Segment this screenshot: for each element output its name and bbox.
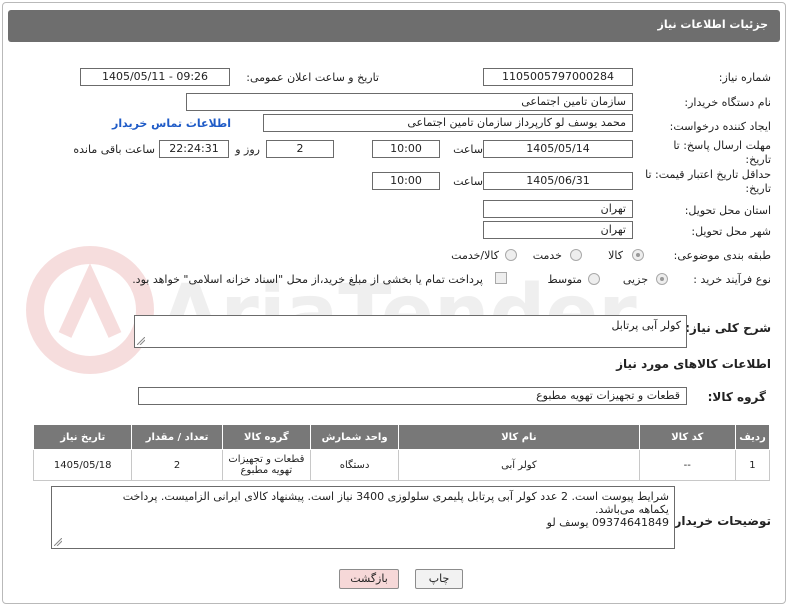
validity-time-label: ساعت — [453, 175, 483, 188]
remaining-time-field: 22:24:31 — [159, 140, 229, 158]
category-option-goods: کالا — [608, 249, 623, 262]
days-label: روز و — [235, 143, 260, 156]
announce-field: 1405/05/11 - 09:26 — [80, 68, 230, 86]
province-label: استان محل تحویل: — [684, 204, 771, 217]
validity-date-field: 1405/06/31 — [483, 172, 633, 190]
col-row: ردیف — [734, 424, 771, 450]
need-number-label: شماره نیاز: — [718, 71, 771, 84]
province-field: تهران — [483, 200, 633, 218]
category-option-service: خدمت — [532, 249, 562, 262]
buyer-org-label: نام دستگاه خریدار: — [684, 96, 771, 109]
col-name: نام کالا — [398, 424, 640, 450]
process-radio-minor[interactable] — [656, 273, 668, 285]
cell-unit: دستگاه — [309, 449, 400, 481]
category-label: طبقه بندی موضوعی: — [673, 249, 771, 262]
col-qty: تعداد / مقدار — [131, 424, 223, 450]
city-field: تهران — [483, 221, 633, 239]
category-option-goods-service: کالا/خدمت — [451, 249, 499, 262]
category-radio-goods-service[interactable] — [505, 249, 517, 261]
deadline-time-field: 10:00 — [372, 140, 440, 158]
back-button[interactable]: بازگشت — [339, 569, 399, 589]
buyer-org-field: سازمان تامین اجتماعی — [186, 93, 633, 111]
validity-label: حداقل تاریخ اعتبار قیمت: تا تاریخ: — [645, 168, 771, 195]
creator-label: ایجاد کننده درخواست: — [669, 120, 771, 133]
buyer-notes-line3: 09374641849 یوسف لو — [546, 516, 669, 529]
cell-row: 1 — [734, 449, 771, 481]
days-field: 2 — [266, 140, 334, 158]
deadline-label: مهلت ارسال پاسخ: تا تاریخ: — [673, 139, 771, 166]
process-label: نوع فرآیند خرید : — [693, 273, 771, 286]
goods-group-field: قطعات و تجهیزات تهویه مطبوع — [138, 387, 687, 405]
goods-table-header: ردیف کد کالا نام کالا واحد شمارش گروه کا… — [32, 424, 771, 450]
buyer-contact-link[interactable]: اطلاعات تماس خریدار — [112, 117, 231, 130]
goods-table: ردیف کد کالا نام کالا واحد شمارش گروه کا… — [32, 424, 771, 481]
treasury-note: پرداخت تمام یا بخشی از مبلغ خرید،از محل … — [132, 273, 483, 286]
page-title: جزئیات اطلاعات نیاز — [657, 18, 769, 31]
goods-section-title: اطلاعات کالاهای مورد نیاز — [616, 357, 771, 371]
col-unit: واحد شمارش — [309, 424, 400, 450]
buyer-notes-textarea[interactable]: شرایط پیوست است. 2 عدد کولر آبی پرتابل پ… — [51, 486, 675, 549]
goods-group-label: گروه کالا: — [707, 390, 766, 404]
col-group: گروه کالا — [221, 424, 311, 450]
col-date: تاریخ نیاز — [32, 424, 133, 450]
deadline-date-field: 1405/05/14 — [483, 140, 633, 158]
cell-code: -- — [638, 449, 736, 481]
resize-grip-icon[interactable] — [54, 538, 62, 546]
buyer-notes-label: توضیحات خریدار: — [669, 514, 771, 528]
treasury-checkbox[interactable] — [495, 272, 507, 284]
table-row: 1 -- کولر آبی دستگاه قطعات و تجهیزات تهو… — [32, 449, 771, 481]
print-button[interactable]: چاپ — [415, 569, 463, 589]
cell-name: کولر آبی — [398, 449, 640, 481]
col-code: کد کالا — [638, 424, 736, 450]
buyer-notes-line2: یکماهه می‌باشد. — [594, 503, 669, 516]
city-label: شهر محل تحویل: — [691, 225, 771, 238]
category-radio-service[interactable] — [570, 249, 582, 261]
description-label: شرح کلی نیاز: — [685, 321, 771, 335]
buyer-notes-line1: شرایط پیوست است. 2 عدد کولر آبی پرتابل پ… — [122, 490, 669, 503]
deadline-time-label: ساعت — [453, 143, 483, 156]
validity-time-field: 10:00 — [372, 172, 440, 190]
description-text: کولر آبی پرتابل — [611, 319, 681, 332]
need-number-field: 1105005797000284 — [483, 68, 633, 86]
cell-group: قطعات و تجهیزات تهویه مطبوع — [221, 449, 311, 481]
cell-date: 1405/05/18 — [32, 449, 133, 481]
process-radio-medium[interactable] — [588, 273, 600, 285]
category-radio-goods[interactable] — [632, 249, 644, 261]
process-option-minor: جزیی — [622, 273, 648, 286]
cell-qty: 2 — [131, 449, 223, 481]
creator-field: محمد یوسف لو کارپرداز سازمان تامین اجتما… — [263, 114, 633, 132]
resize-grip-icon[interactable] — [137, 337, 145, 345]
announce-label: تاریخ و ساعت اعلان عمومی: — [246, 71, 379, 84]
description-textarea[interactable]: کولر آبی پرتابل — [134, 315, 687, 348]
page-header: جزئیات اطلاعات نیاز — [8, 10, 780, 42]
process-option-medium: متوسط — [547, 273, 582, 286]
remaining-label: ساعت باقی مانده — [73, 143, 155, 156]
